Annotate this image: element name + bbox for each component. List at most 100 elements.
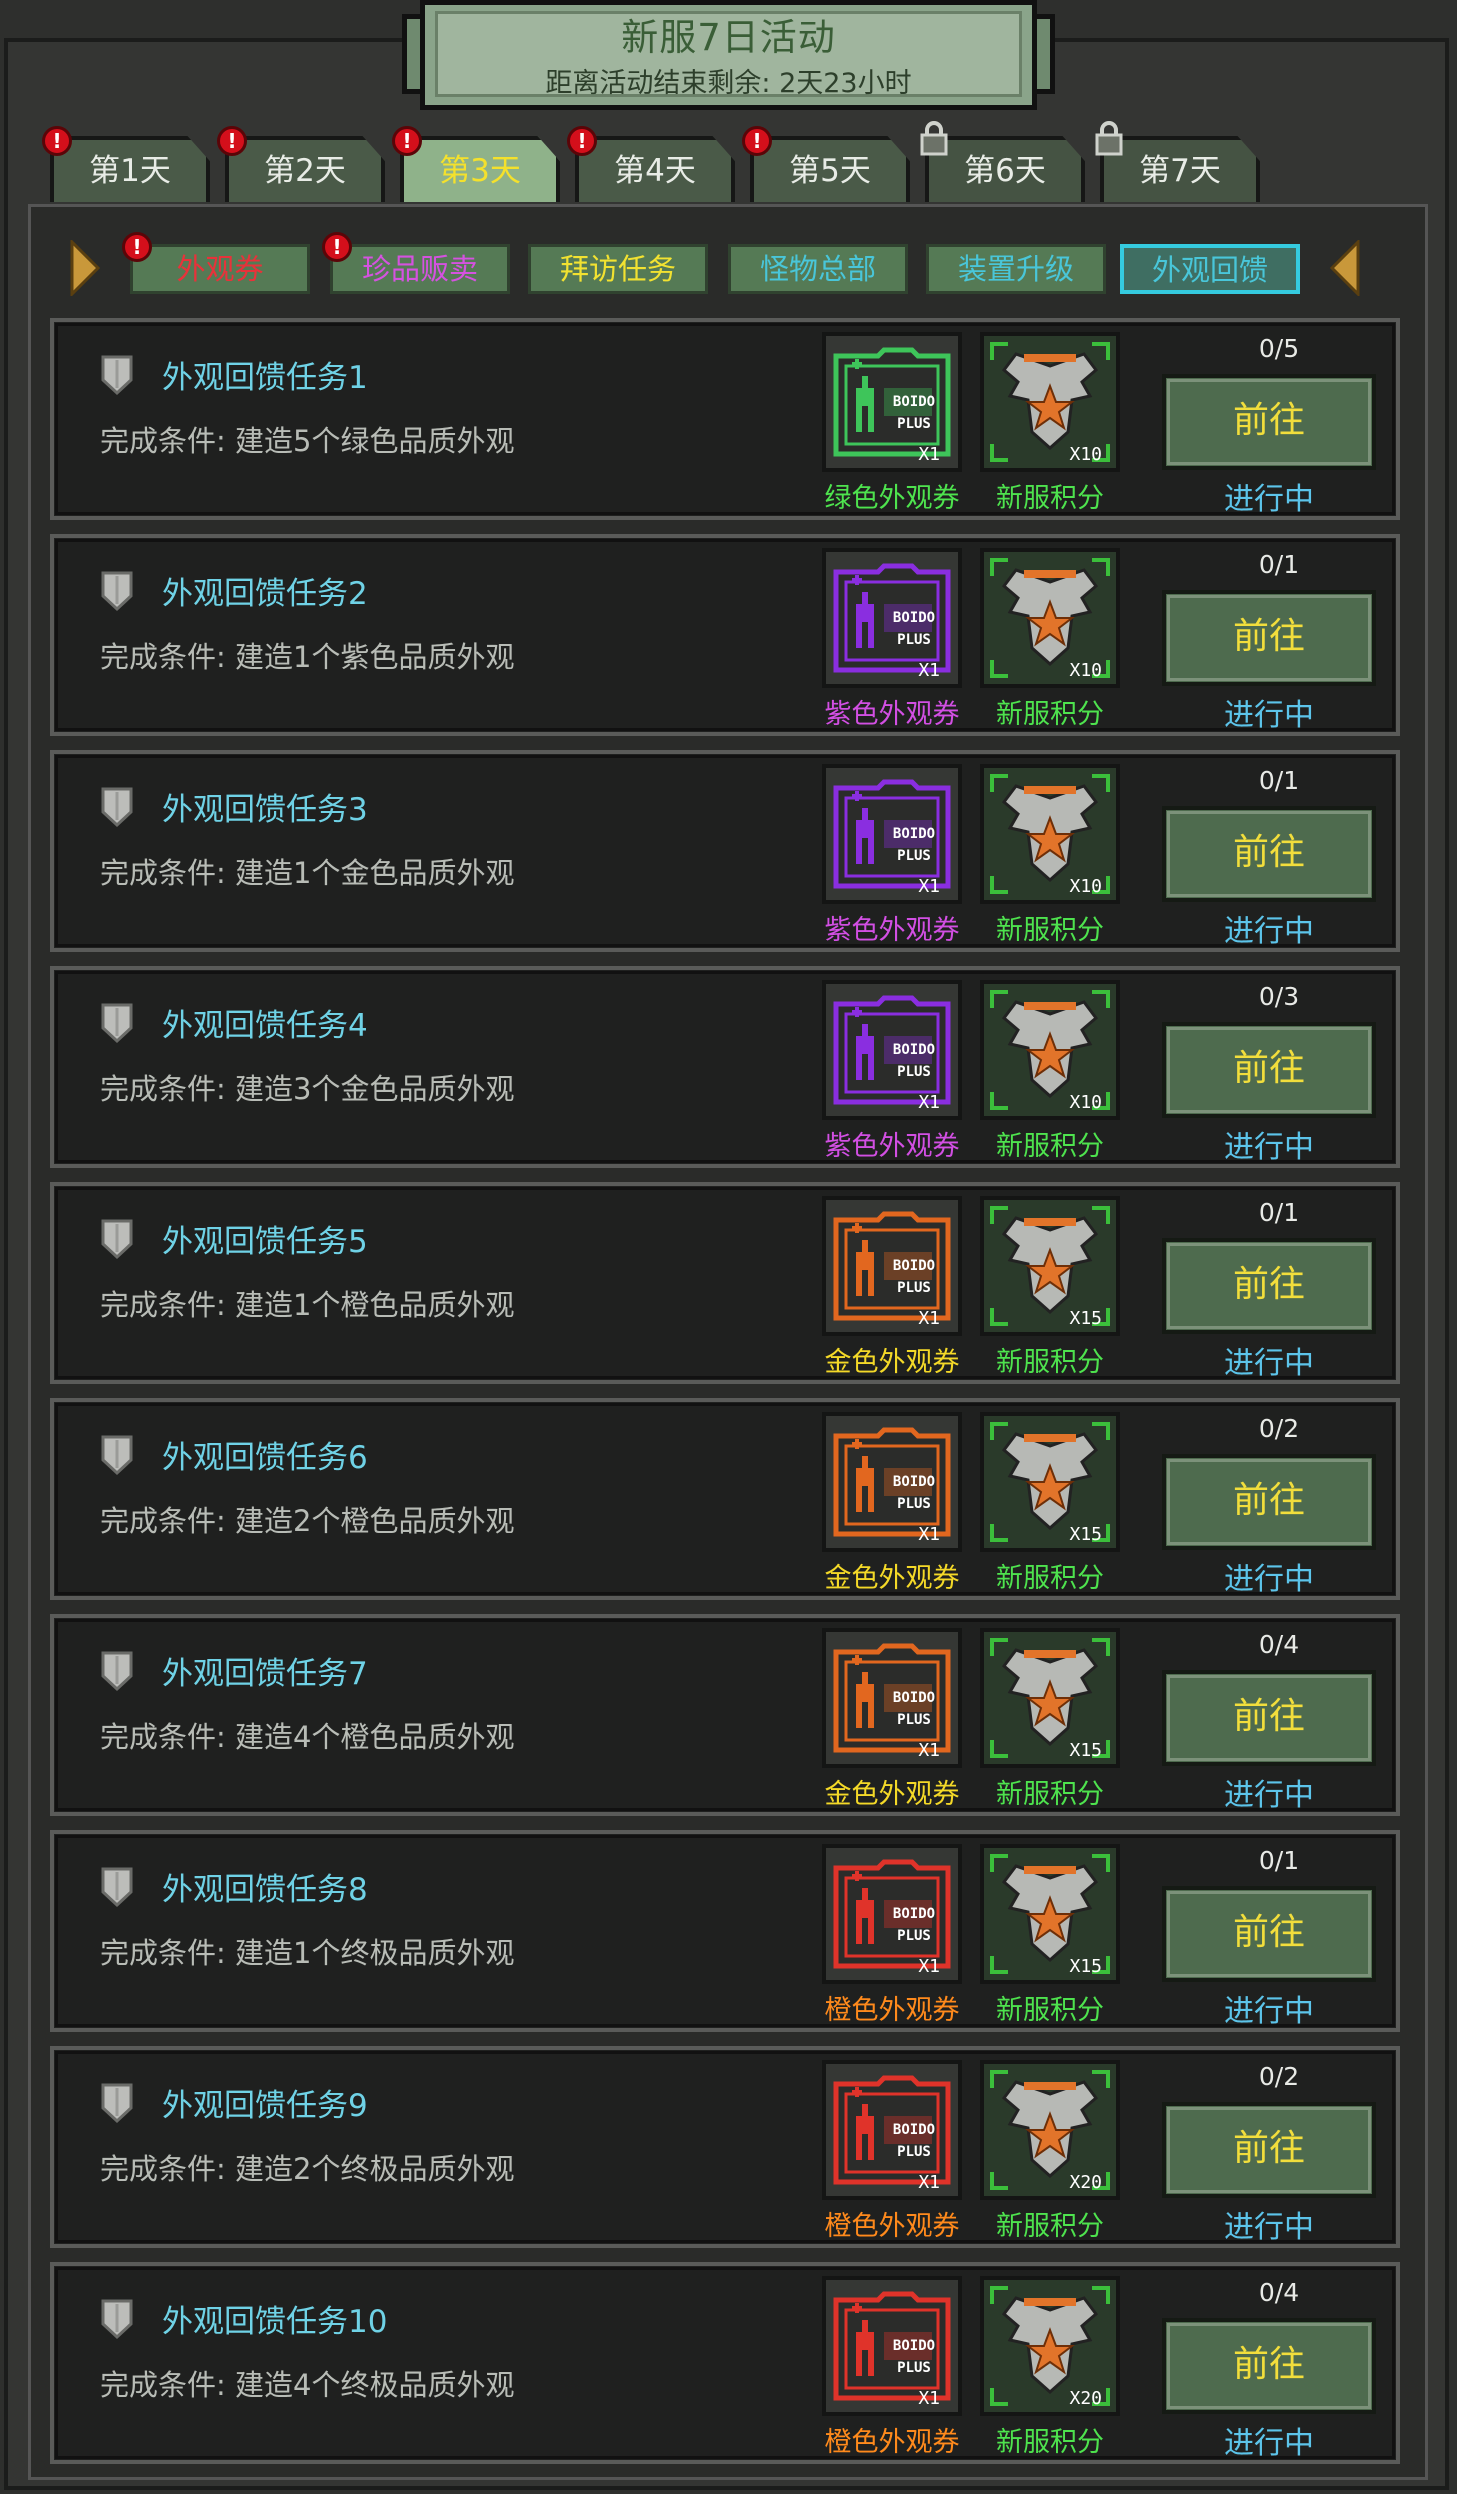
tab-day-3[interactable]: 第3天 — [400, 136, 560, 202]
ticket-brand-text: BOIDO — [893, 1258, 935, 1274]
go-button[interactable]: 前往 — [1162, 2102, 1376, 2198]
task-title: 外观回馈任务9 — [162, 2088, 368, 2124]
reward-points[interactable]: X15 — [980, 1628, 1120, 1768]
task-status: 进行中 — [1224, 1994, 1314, 2029]
reward-points-label: 新服积分 — [996, 2427, 1104, 2458]
appearance-ticket-icon: BOIDO PLUS X1 — [826, 984, 958, 1116]
category-tab-label: 装置升级 — [957, 252, 1074, 286]
points-count: X15 — [1069, 1308, 1102, 1329]
triangle-left-icon[interactable] — [1330, 240, 1360, 296]
reward-points[interactable]: X10 — [980, 332, 1120, 472]
shield-icon — [101, 2083, 133, 2124]
reward-ticket[interactable]: BOIDO PLUS X1 — [822, 1196, 962, 1336]
task-title: 外观回馈任务1 — [162, 360, 368, 396]
task-title: 外观回馈任务6 — [162, 1440, 368, 1476]
eagle-emblem-icon: X10 — [984, 984, 1116, 1116]
category-tab-3[interactable]: 拜访任务 — [528, 244, 708, 294]
task-status: 进行中 — [1224, 2426, 1314, 2461]
reward-points[interactable]: X10 — [980, 764, 1120, 904]
exclamation-badge-icon: ! — [322, 232, 352, 262]
go-button[interactable]: 前往 — [1162, 1238, 1376, 1334]
ticket-count: X1 — [918, 1956, 940, 1977]
task-progress: 0/2 — [1258, 1414, 1300, 1443]
task-card: 外观回馈任务5 完成条件: 建造1个橙色品质外观 BOIDO PLUS X1 金色外观券 X… — [50, 1182, 1400, 1384]
tab-day-2[interactable]: 第2天 — [225, 136, 385, 202]
reward-ticket[interactable]: BOIDO PLUS X1 — [822, 2276, 962, 2416]
reward-ticket-label: 金色外观券 — [824, 1347, 960, 1378]
appearance-ticket-icon: BOIDO PLUS X1 — [826, 552, 958, 684]
tab-day-5[interactable]: 第5天 — [750, 136, 910, 202]
shield-icon — [101, 787, 133, 828]
reward-ticket[interactable]: BOIDO PLUS X1 — [822, 548, 962, 688]
eagle-emblem-icon: X20 — [984, 2064, 1116, 2196]
tab-day-7[interactable]: 第7天 — [1100, 136, 1260, 202]
points-count: X20 — [1069, 2388, 1102, 2409]
reward-ticket[interactable]: BOIDO PLUS X1 — [822, 332, 962, 472]
reward-points[interactable]: X15 — [980, 1196, 1120, 1336]
reward-points[interactable]: X20 — [980, 2276, 1120, 2416]
reward-ticket[interactable]: BOIDO PLUS X1 — [822, 1628, 962, 1768]
go-button[interactable]: 前往 — [1162, 806, 1376, 902]
go-button[interactable]: 前往 — [1162, 1454, 1376, 1550]
exclamation-badge-icon: ! — [122, 232, 152, 262]
reward-points[interactable]: X10 — [980, 980, 1120, 1120]
category-tab-6[interactable]: 外观回馈 — [1120, 244, 1300, 294]
go-button[interactable]: 前往 — [1162, 1022, 1376, 1118]
category-tab-2[interactable]: 珍品贩卖 — [330, 244, 510, 294]
go-button[interactable]: 前往 — [1162, 374, 1376, 470]
ticket-plus-text: PLUS — [897, 2144, 931, 2160]
eagle-emblem-icon: X15 — [984, 1848, 1116, 1980]
tab-day-6[interactable]: 第6天 — [925, 136, 1085, 202]
reward-ticket[interactable]: BOIDO PLUS X1 — [822, 1412, 962, 1552]
category-tab-1[interactable]: 外观券 — [130, 244, 310, 294]
category-tab-5[interactable]: 装置升级 — [926, 244, 1106, 294]
reward-ticket[interactable]: BOIDO PLUS X1 — [822, 2060, 962, 2200]
category-tab-4[interactable]: 怪物总部 — [728, 244, 908, 294]
task-condition: 完成条件: 建造1个橙色品质外观 — [100, 1288, 515, 1322]
reward-points-label: 新服积分 — [996, 699, 1104, 730]
task-status: 进行中 — [1224, 1130, 1314, 1165]
reward-points[interactable]: X15 — [980, 1412, 1120, 1552]
reward-ticket[interactable]: BOIDO PLUS X1 — [822, 1844, 962, 1984]
ticket-plus-text: PLUS — [897, 1928, 931, 1944]
reward-ticket-label: 绿色外观券 — [824, 483, 960, 514]
ticket-count: X1 — [918, 1308, 940, 1329]
task-card: 外观回馈任务3 完成条件: 建造1个金色品质外观 BOIDO PLUS X1 紫色外观券 X… — [50, 750, 1400, 952]
shield-icon — [101, 571, 133, 612]
reward-points[interactable]: X10 — [980, 548, 1120, 688]
ticket-plus-text: PLUS — [897, 1712, 931, 1728]
task-status: 进行中 — [1224, 1346, 1314, 1381]
go-button[interactable]: 前往 — [1162, 590, 1376, 686]
reward-points[interactable]: X20 — [980, 2060, 1120, 2200]
reward-points[interactable]: X15 — [980, 1844, 1120, 1984]
appearance-ticket-icon: BOIDO PLUS X1 — [826, 768, 958, 900]
reward-ticket[interactable]: BOIDO PLUS X1 — [822, 980, 962, 1120]
task-title: 外观回馈任务4 — [162, 1008, 368, 1044]
go-button[interactable]: 前往 — [1162, 1886, 1376, 1982]
reward-points-label: 新服积分 — [996, 1131, 1104, 1162]
header-banner: 新服7日活动 距离活动结束剩余: 2天23小时 — [420, 0, 1037, 110]
shield-icon — [101, 1651, 133, 1692]
day-tab-label: 第4天 — [614, 153, 696, 189]
task-title: 外观回馈任务8 — [162, 1872, 368, 1908]
exclamation-badge-icon: ! — [742, 126, 772, 156]
exclamation-badge-icon: ! — [567, 126, 597, 156]
tab-day-4[interactable]: 第4天 — [575, 136, 735, 202]
go-button[interactable]: 前往 — [1162, 1670, 1376, 1766]
task-card: 外观回馈任务4 完成条件: 建造3个金色品质外观 BOIDO PLUS X1 紫色外观券 X… — [50, 966, 1400, 1168]
category-tab-label: 外观券 — [176, 252, 264, 286]
task-condition: 完成条件: 建造1个终极品质外观 — [100, 1936, 515, 1970]
go-button[interactable]: 前往 — [1162, 2318, 1376, 2414]
eagle-emblem-icon: X10 — [984, 552, 1116, 684]
reward-ticket[interactable]: BOIDO PLUS X1 — [822, 764, 962, 904]
ticket-plus-text: PLUS — [897, 416, 931, 432]
task-card: 外观回馈任务10 完成条件: 建造4个终极品质外观 BOIDO PLUS X1 橙色外观券… — [50, 2262, 1400, 2464]
triangle-right-icon[interactable] — [70, 240, 100, 296]
ticket-brand-text: BOIDO — [893, 1474, 935, 1490]
task-status: 进行中 — [1224, 2210, 1314, 2245]
appearance-ticket-icon: BOIDO PLUS X1 — [826, 1416, 958, 1548]
task-progress: 0/5 — [1258, 334, 1300, 363]
tab-day-1[interactable]: 第1天 — [50, 136, 210, 202]
task-status: 进行中 — [1224, 482, 1314, 517]
appearance-ticket-icon: BOIDO PLUS X1 — [826, 1848, 958, 1980]
